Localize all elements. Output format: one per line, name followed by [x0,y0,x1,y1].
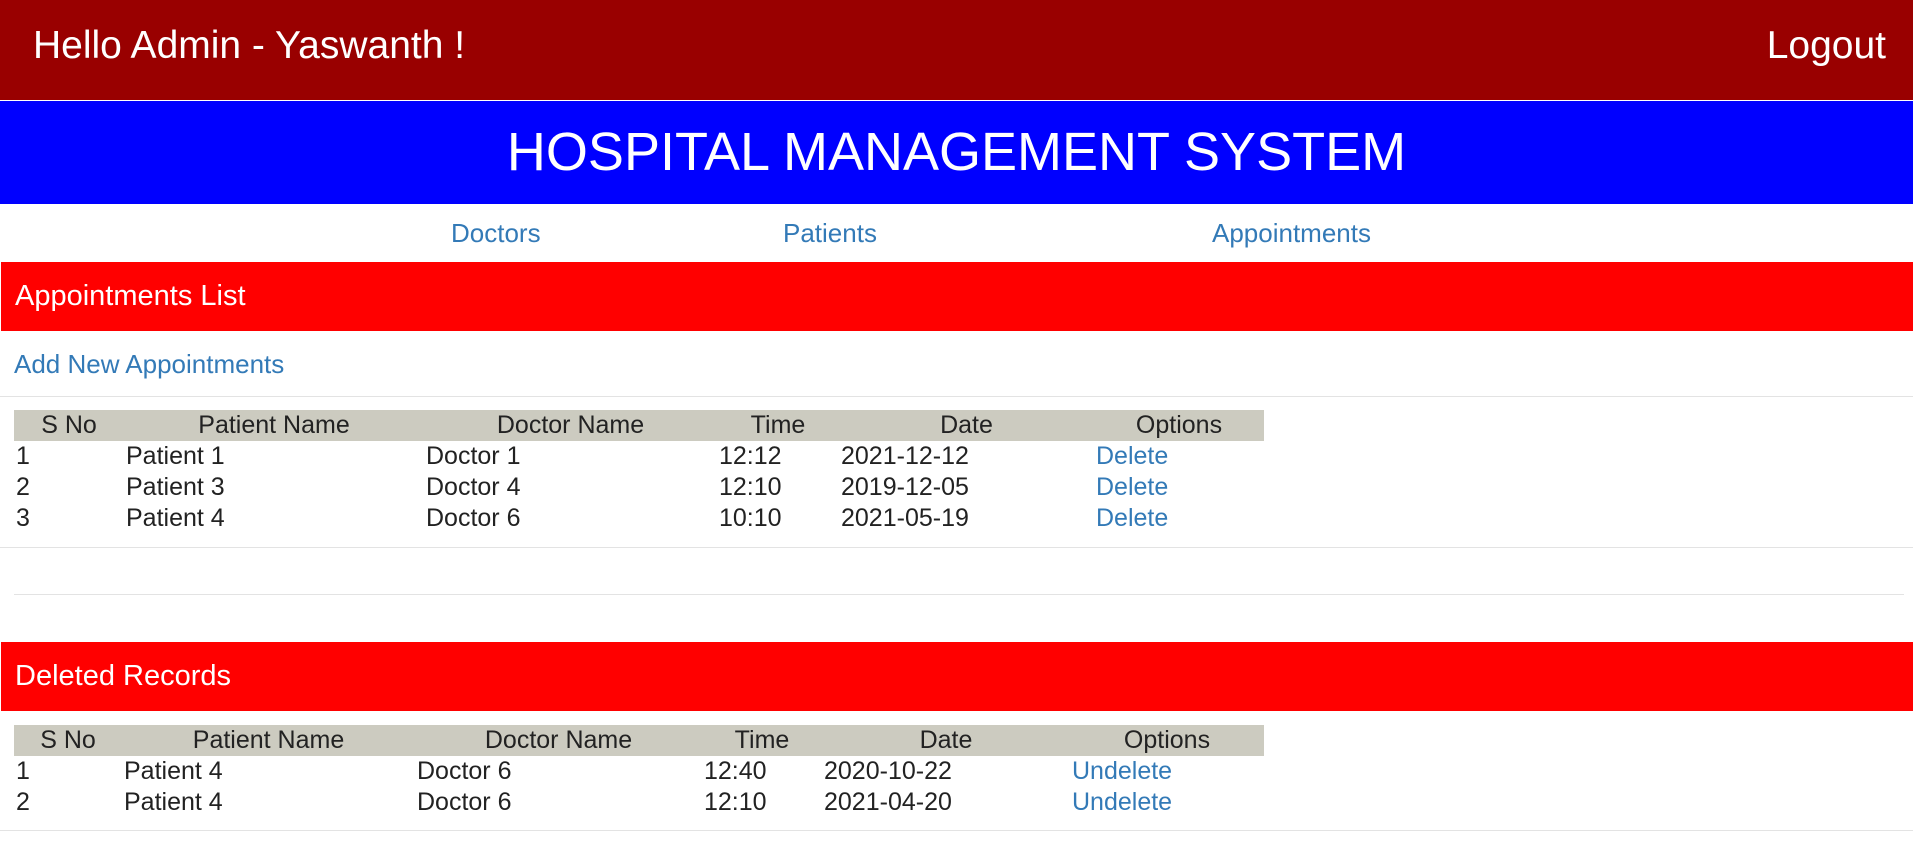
cell-doctor: Doctor 6 [426,504,521,532]
col-options: Options [1070,725,1264,756]
col-doctor-name: Doctor Name [424,410,717,441]
col-time: Time [717,410,839,441]
section-title: Deleted Records [15,660,231,692]
page-title: HOSPITAL MANAGEMENT SYSTEM [506,122,1407,182]
undelete-link[interactable]: Undelete [1072,788,1172,816]
cell-time: 12:40 [704,757,767,785]
cell-sno: 2 [16,473,30,501]
col-sno: S No [14,410,124,441]
col-date: Date [839,410,1094,441]
col-patient-name: Patient Name [124,410,424,441]
cell-sno: 3 [16,504,30,532]
cell-patient: Patient 4 [124,788,223,816]
col-date: Date [822,725,1070,756]
cell-patient: Patient 4 [126,504,225,532]
greeting-text: Hello Admin - Yaswanth ! [33,24,466,67]
table-row: 2 Patient 4 Doctor 6 12:10 2021-04-20 Un… [14,787,1264,818]
divider [0,396,1913,397]
cell-time: 12:10 [704,788,767,816]
cell-date: 2021-04-20 [824,788,952,816]
cell-doctor: Doctor 6 [417,757,512,785]
table-row: 1 Patient 1 Doctor 1 12:12 2021-12-12 De… [14,441,1264,472]
cell-doctor: Doctor 4 [426,473,521,501]
appointments-list-header: Appointments List [1,262,1913,331]
deleted-records-header: Deleted Records [1,642,1913,711]
cell-sno: 1 [16,442,30,470]
col-doctor-name: Doctor Name [415,725,702,756]
table-header-row: S No Patient Name Doctor Name Time Date … [14,725,1264,756]
cell-time: 12:10 [719,473,782,501]
divider [0,830,1913,831]
top-bar: Hello Admin - Yaswanth ! Logout [0,0,1913,100]
col-patient-name: Patient Name [122,725,415,756]
cell-option: Delete [1094,441,1264,472]
cell-doctor: Doctor 6 [417,788,512,816]
section-title: Appointments List [15,280,246,312]
table-row: 2 Patient 3 Doctor 4 12:10 2019-12-05 De… [14,472,1264,503]
nav-doctors-link[interactable]: Doctors [451,218,541,248]
cell-date: 2021-05-19 [841,504,969,532]
cell-patient: Patient 3 [126,473,225,501]
appointments-table: S No Patient Name Doctor Name Time Date … [14,410,1264,534]
table-row: 3 Patient 4 Doctor 6 10:10 2021-05-19 De… [14,503,1264,534]
delete-link[interactable]: Delete [1096,473,1168,501]
undelete-link[interactable]: Undelete [1072,757,1172,785]
cell-option: Delete [1094,503,1264,534]
table-row: 1 Patient 4 Doctor 6 12:40 2020-10-22 Un… [14,756,1264,787]
cell-date: 2019-12-05 [841,473,969,501]
cell-date: 2020-10-22 [824,757,952,785]
cell-patient: Patient 1 [126,442,225,470]
table-header-row: S No Patient Name Doctor Name Time Date … [14,410,1264,441]
title-bar: HOSPITAL MANAGEMENT SYSTEM [0,101,1913,204]
delete-link[interactable]: Delete [1096,442,1168,470]
nav-appointments-link[interactable]: Appointments [1212,218,1371,248]
delete-link[interactable]: Delete [1096,504,1168,532]
deleted-records-table: S No Patient Name Doctor Name Time Date … [14,725,1264,818]
cell-option: Undelete [1070,787,1264,818]
divider [14,594,1904,595]
cell-sno: 1 [16,757,30,785]
cell-doctor: Doctor 1 [426,442,521,470]
cell-patient: Patient 4 [124,757,223,785]
cell-option: Undelete [1070,756,1264,787]
divider [0,547,1913,548]
nav-patients-link[interactable]: Patients [783,218,877,248]
col-sno: S No [14,725,122,756]
cell-sno: 2 [16,788,30,816]
cell-option: Delete [1094,472,1264,503]
cell-time: 10:10 [719,504,782,532]
add-new-appointment-link[interactable]: Add New Appointments [14,347,284,381]
cell-time: 12:12 [719,442,782,470]
col-options: Options [1094,410,1264,441]
cell-date: 2021-12-12 [841,442,969,470]
col-time: Time [702,725,822,756]
logout-link[interactable]: Logout [1767,22,1886,70]
